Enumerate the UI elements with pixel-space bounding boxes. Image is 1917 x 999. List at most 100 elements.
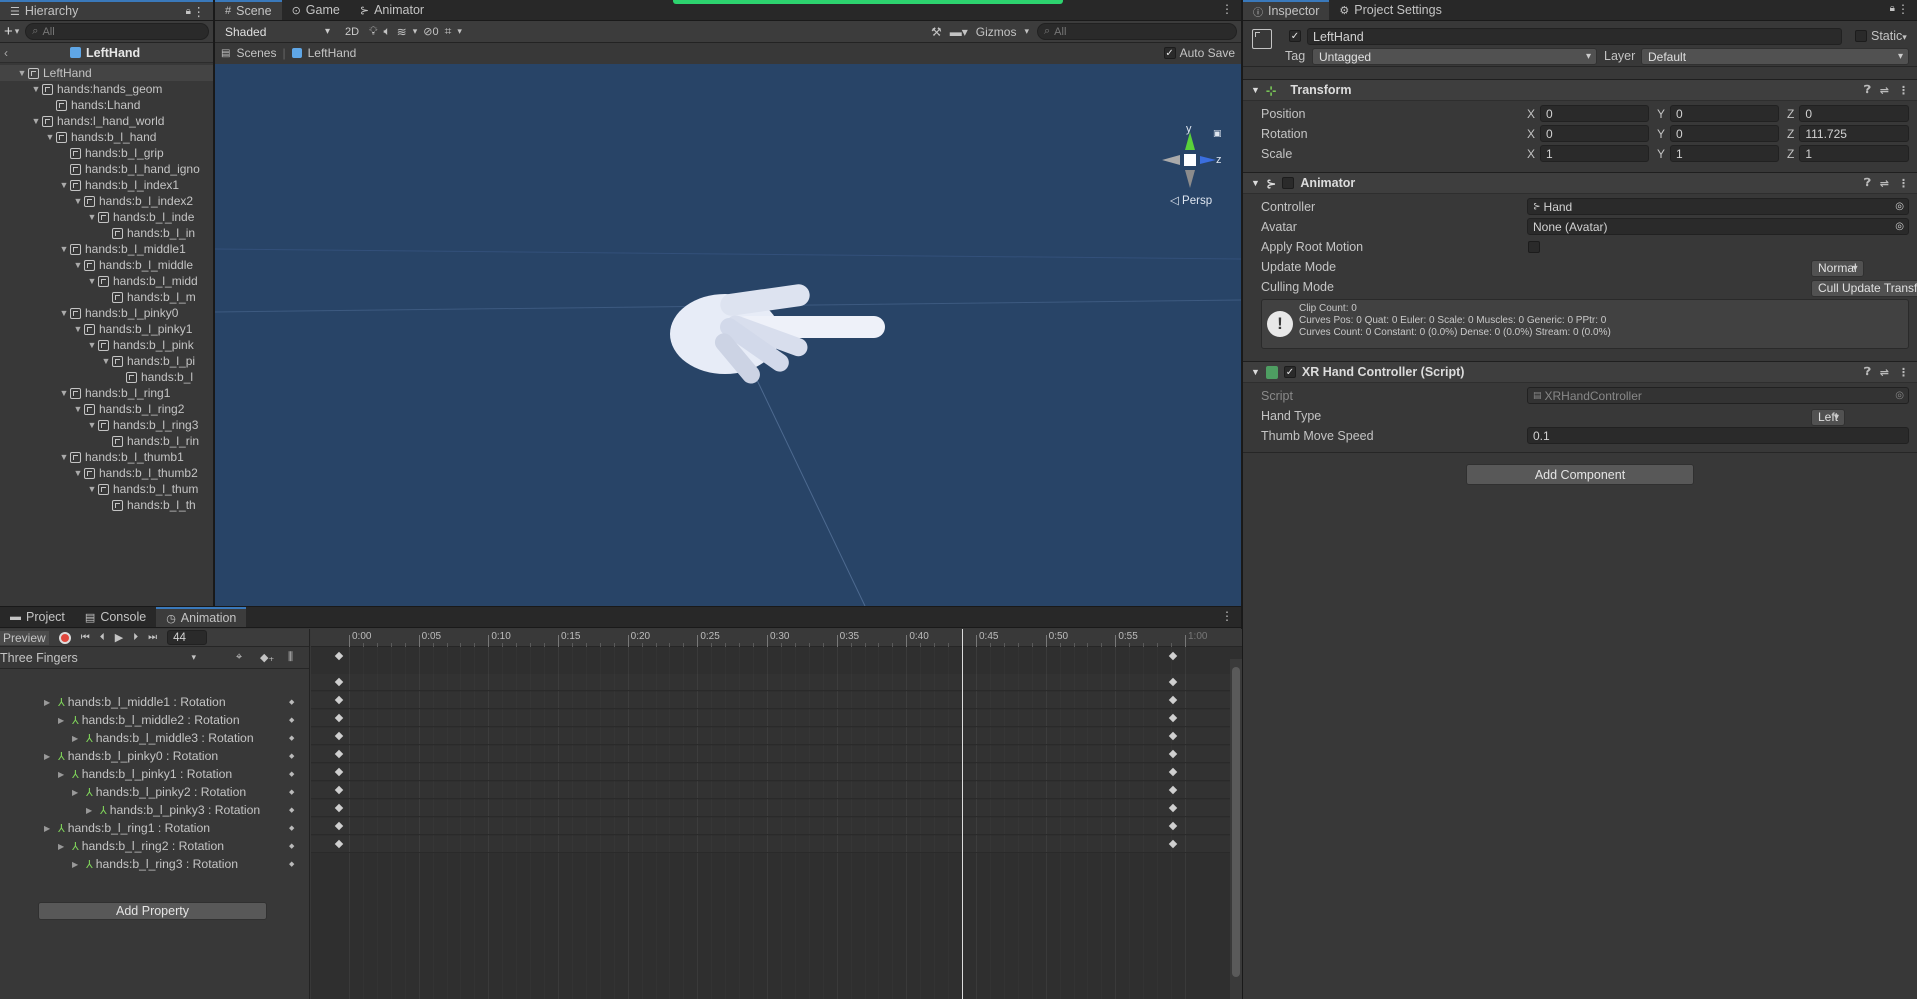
chevron-down-icon[interactable]: ▾ (413, 26, 418, 37)
keyframe-button-icon[interactable]: ◆ (289, 860, 294, 868)
play-icon[interactable]: ▶ (115, 631, 123, 644)
foldout-collapsed-icon[interactable]: ▶ (44, 752, 58, 761)
culling-mode-dropdown[interactable]: Cull Update Transforms (1811, 279, 1917, 297)
lock-icon[interactable]: 🔒︎ (186, 6, 191, 17)
clip-dropdown[interactable]: Three Fingers ▾ (0, 651, 200, 665)
timeline-playhead[interactable] (961, 629, 963, 999)
foldout-collapsed-icon[interactable]: ▶ (44, 698, 58, 707)
scene-viewport[interactable]: y z ▣ ◁ Persp (215, 64, 1241, 606)
foldout-expanded-icon[interactable]: ▼ (16, 68, 28, 78)
object-picker-icon[interactable]: ◎ (1895, 221, 1904, 232)
add-icon[interactable]: + (4, 23, 13, 40)
timeline-scrollbar[interactable] (1230, 659, 1242, 999)
controller-field[interactable]: ⊱ Hand ◎ (1527, 198, 1909, 215)
hierarchy-scene-header[interactable]: ‹ LeftHand (0, 43, 213, 63)
keyframe-button-icon[interactable]: ◆ (289, 788, 294, 796)
foldout-collapsed-icon[interactable]: ▶ (58, 842, 72, 851)
auto-save-toggle[interactable]: ✓ Auto Save (1163, 46, 1235, 60)
thumb-speed-field[interactable]: 0.1 (1527, 427, 1909, 444)
add-property-button[interactable]: Add Property (38, 902, 267, 920)
timeline-track-row[interactable] (311, 710, 1230, 727)
foldout-expanded-icon[interactable]: ▼ (58, 180, 70, 190)
timeline-track-row[interactable] (311, 800, 1230, 817)
tab-game[interactable]: ⊙ Game (282, 0, 350, 20)
scene-view-canvas[interactable]: y z ▣ ◁ Persp (215, 64, 1241, 606)
foldout-expanded-icon[interactable]: ▼ (44, 132, 56, 142)
camera-icon[interactable]: ▬▾ (950, 25, 968, 39)
back-arrow-icon[interactable]: ‹ (4, 46, 8, 60)
animation-property-row[interactable]: ▶ ⅄ hands:b_l_pinky3 : Rotation ◆ (0, 801, 309, 819)
hierarchy-item[interactable]: hands:b_l_grip (0, 145, 213, 161)
timeline-area[interactable]: 0:00 0:05 0:10 0:15 0:20 0:25 0:30 0:35 0:40 0:45… (311, 629, 1242, 999)
foldout-arrow-icon[interactable]: ▼ (1251, 178, 1260, 188)
foldout-expanded-icon[interactable]: ▼ (86, 420, 98, 430)
kebab-menu-icon[interactable]: ⋮ (1898, 84, 1909, 97)
transform-header[interactable]: ▼ ⊹ Transform ❓︎ ⇌ ⋮ (1243, 79, 1917, 101)
layer-dropdown[interactable]: Default (1641, 48, 1909, 65)
tab-animation[interactable]: ◷ Animation (156, 607, 247, 627)
hierarchy-item[interactable]: ▼ hands:b_l_thumb1 (0, 449, 213, 465)
hierarchy-item[interactable]: ▼ hands:b_l_inde (0, 209, 213, 225)
foldout-expanded-icon[interactable]: ▼ (86, 212, 98, 222)
foldout-expanded-icon[interactable]: ▼ (72, 260, 84, 270)
avatar-field[interactable]: None (Avatar) ◎ (1527, 218, 1909, 235)
position-x-field[interactable]: 0 (1540, 105, 1649, 122)
foldout-expanded-icon[interactable]: ▼ (72, 468, 84, 478)
keyframe-button-icon[interactable]: ◆ (289, 824, 294, 832)
foldout-expanded-icon[interactable]: ▼ (30, 84, 42, 94)
timeline-track-row[interactable] (311, 674, 1230, 691)
kebab-menu-icon[interactable]: ⋮ (1898, 366, 1909, 379)
rotation-y-field[interactable]: 0 (1670, 125, 1779, 142)
first-keyframe-icon[interactable]: ⏮ (81, 632, 90, 643)
grid-snap-icon[interactable]: ⌗ (445, 24, 452, 39)
breadcrumb-scenes[interactable]: Scenes (236, 46, 276, 60)
foldout-expanded-icon[interactable]: ▼ (86, 340, 98, 350)
foldout-arrow-icon[interactable]: ▼ (1251, 367, 1260, 377)
timeline-ruler[interactable]: 0:00 0:05 0:10 0:15 0:20 0:25 0:30 0:35 0:40 0:45… (311, 629, 1242, 647)
foldout-collapsed-icon[interactable]: ▶ (58, 770, 72, 779)
preset-icon[interactable]: ⇌ (1880, 84, 1889, 97)
foldout-expanded-icon[interactable]: ▼ (86, 276, 98, 286)
foldout-collapsed-icon[interactable]: ▶ (72, 788, 86, 797)
hierarchy-item[interactable]: ▼ hands:b_l_pinky0 (0, 305, 213, 321)
timeline-track-row[interactable] (311, 728, 1230, 745)
last-keyframe-icon[interactable]: ⏭ (148, 632, 157, 643)
frame-input[interactable]: 44 (167, 630, 208, 645)
scene-search-input[interactable]: ⌕ All (1037, 23, 1237, 40)
hierarchy-search-input[interactable]: ⌕ All (25, 23, 209, 40)
kebab-menu-icon[interactable]: ⋮ (1221, 2, 1233, 16)
keyframe-button-icon[interactable]: ◆ (289, 842, 294, 850)
animation-property-row[interactable]: ▶ ⅄ hands:b_l_pinky1 : Rotation ◆ (0, 765, 309, 783)
kebab-menu-icon[interactable]: ⋮ (1898, 177, 1909, 190)
animation-property-row[interactable]: ▶ ⅄ hands:b_l_pinky2 : Rotation ◆ (0, 783, 309, 801)
foldout-collapsed-icon[interactable]: ▶ (44, 824, 58, 833)
breadcrumb-object[interactable]: LeftHand (308, 46, 357, 60)
animation-property-row[interactable]: ▶ ⅄ hands:b_l_ring1 : Rotation ◆ (0, 819, 309, 837)
foldout-expanded-icon[interactable]: ▼ (58, 388, 70, 398)
help-icon[interactable]: ❓︎ (1864, 366, 1871, 379)
object-name-field[interactable]: LeftHand (1307, 28, 1842, 45)
scale-x-field[interactable]: 1 (1540, 145, 1649, 162)
lock-icon[interactable]: 🔒︎ (1890, 3, 1895, 14)
add-component-button[interactable]: Add Component (1466, 464, 1694, 485)
keyframe-button-icon[interactable]: ◆ (289, 734, 294, 742)
help-icon[interactable]: ❓︎ (1864, 177, 1871, 190)
chevron-down-icon[interactable]: ▾ (1024, 26, 1029, 37)
toggle-2d-button[interactable]: 2D (341, 26, 363, 38)
draw-mode-dropdown[interactable]: Shaded (219, 23, 335, 40)
keyframe-button-icon[interactable]: ◆ (289, 770, 294, 778)
hierarchy-item[interactable]: ▼ hands:b_l_midd (0, 273, 213, 289)
timeline-track-row[interactable] (311, 692, 1230, 709)
foldout-collapsed-icon[interactable]: ▶ (58, 716, 72, 725)
foldout-expanded-icon[interactable]: ▼ (100, 356, 112, 366)
preview-button[interactable]: Preview (0, 630, 49, 645)
prev-keyframe-icon[interactable]: ⏴ (100, 632, 105, 643)
static-dropdown[interactable]: Static▾ (1871, 29, 1907, 43)
hand-model[interactable] (670, 283, 885, 387)
hierarchy-item[interactable]: ▼ hands:b_l_ring1 (0, 385, 213, 401)
record-button[interactable] (58, 631, 71, 644)
foldout-collapsed-icon[interactable]: ▶ (72, 734, 86, 743)
effects-icon[interactable]: ≋ (397, 25, 407, 39)
foldout-expanded-icon[interactable]: ▼ (58, 244, 70, 254)
scrollbar-thumb[interactable] (1232, 667, 1240, 977)
